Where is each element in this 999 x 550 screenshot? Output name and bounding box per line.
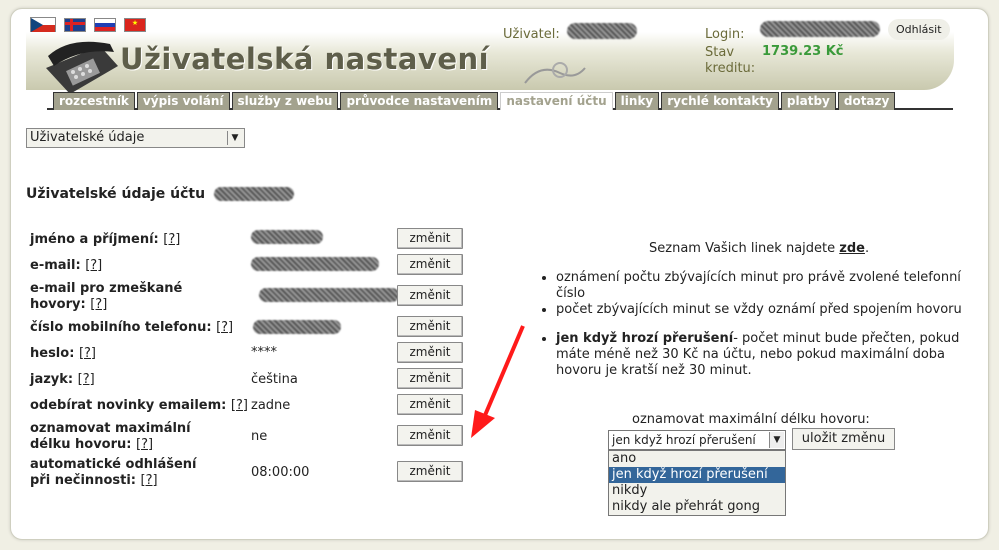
credit-value: 1739.23 Kč (762, 44, 844, 59)
max-call-length-value: ne (251, 429, 268, 444)
language-flags: ★ (30, 17, 146, 33)
info-bullet-3: jen když hrozí přerušení- počet minut bu… (540, 331, 970, 379)
password-value: **** (251, 345, 277, 360)
help-link[interactable]: [?] (78, 372, 95, 387)
lines-info: Seznam Vašich linek najdete zde. (649, 241, 870, 256)
section-title: Uživatelské údaje účtu (26, 186, 294, 202)
value-redacted (259, 288, 399, 302)
chevron-down-icon: ▼ (769, 432, 784, 448)
telephone-icon (46, 41, 118, 94)
max-call-length-dropdown[interactable]: jen když hrozí přerušení ▼ (608, 430, 786, 450)
tab-vypis-volani[interactable]: výpis volání (136, 92, 230, 110)
login-label: Login: (705, 27, 745, 42)
section-select[interactable]: Uživatelské údaje ▼ (26, 128, 245, 148)
username-redacted (567, 23, 637, 39)
tab-dotazy[interactable]: dotazy (837, 92, 896, 110)
dropdown-option-nikdy-gong[interactable]: nikdy ale přehrát gong (609, 499, 785, 515)
red-arrow-icon (471, 325, 525, 438)
flag-ru-icon[interactable] (94, 18, 116, 32)
language-value: čeština (251, 372, 298, 387)
auto-logout-value: 08:00:00 (251, 465, 310, 480)
help-link[interactable]: [?] (141, 473, 158, 488)
change-password-button[interactable]: změnit (397, 342, 463, 363)
help-link[interactable]: [?] (231, 398, 248, 413)
flag-vn-icon[interactable]: ★ (124, 18, 146, 32)
info-bullets: oznámení počtu zbývajících minut pro prá… (540, 270, 970, 318)
change-auto-logout-button[interactable]: změnit (397, 461, 463, 482)
dropdown-option-nikdy[interactable]: nikdy (609, 483, 785, 499)
tab-rychle-kontakty[interactable]: rychlé kontakty (661, 92, 779, 110)
main-tabs: rozcestník výpis volání služby z webu pr… (47, 92, 953, 110)
help-link[interactable]: [?] (136, 437, 153, 452)
dropdown-options-list: ano jen když hrozí přerušení nikdy nikdy… (608, 450, 786, 516)
login-redacted (760, 21, 880, 37)
help-link[interactable]: [?] (79, 346, 96, 361)
flag-gb-icon[interactable] (64, 18, 86, 32)
page-title: Uživatelská nastavení (120, 42, 490, 76)
credit-label-1: Stav (705, 45, 735, 60)
lines-link[interactable]: zde (839, 241, 865, 256)
change-newsletter-button[interactable]: změnit (397, 394, 463, 415)
newsletter-value: zadne (251, 398, 291, 413)
tab-nastaveni-uctu[interactable]: nastavení účtu (500, 92, 613, 110)
user-label: Uživatel: (503, 27, 560, 42)
help-link[interactable]: [?] (216, 320, 233, 335)
dropdown-value: jen když hrozí přerušení (612, 433, 756, 447)
logout-button[interactable]: Odhlásit (888, 19, 950, 40)
dropdown-option-jen-kdyz[interactable]: jen když hrozí přerušení (609, 467, 785, 483)
change-language-button[interactable]: změnit (397, 368, 463, 389)
tab-sluzby-z-webu[interactable]: služby z webu (231, 92, 339, 110)
credit-label-2: kreditu: (705, 61, 756, 76)
tab-pruvodce-nastavenim[interactable]: průvodce nastavením (340, 92, 499, 110)
chevron-down-icon: ▼ (227, 131, 242, 145)
change-email-button[interactable]: změnit (397, 254, 463, 275)
change-name-button[interactable]: změnit (397, 228, 463, 249)
bullet-2: počet zbývajících minut se vždy oznámí p… (556, 302, 970, 318)
value-redacted (251, 230, 323, 244)
flag-cz-icon[interactable] (30, 17, 56, 33)
phone-cord-icon (524, 62, 586, 84)
bullet-1: oznámení počtu zbývajících minut pro prá… (556, 270, 970, 302)
max-call-length-dropdown-label: oznamovat maximální délku hovoru: (632, 412, 870, 427)
tab-platby[interactable]: platby (780, 92, 836, 110)
account-redacted (213, 187, 294, 201)
change-mobile-button[interactable]: změnit (397, 316, 463, 337)
dropdown-option-ano[interactable]: ano (609, 451, 785, 467)
change-max-call-length-button[interactable]: změnit (397, 425, 463, 446)
save-change-button[interactable]: uložit změnu (792, 428, 895, 450)
value-redacted (251, 257, 379, 271)
tab-rozcestnik[interactable]: rozcestník (53, 92, 135, 110)
change-missed-email-button[interactable]: změnit (397, 285, 463, 306)
help-link[interactable]: [?] (85, 258, 102, 273)
value-redacted (253, 320, 341, 334)
help-link[interactable]: [?] (90, 297, 107, 312)
section-select-value: Uživatelské údaje (30, 130, 145, 145)
tab-linky[interactable]: linky (614, 92, 660, 110)
help-link[interactable]: [?] (163, 232, 180, 247)
